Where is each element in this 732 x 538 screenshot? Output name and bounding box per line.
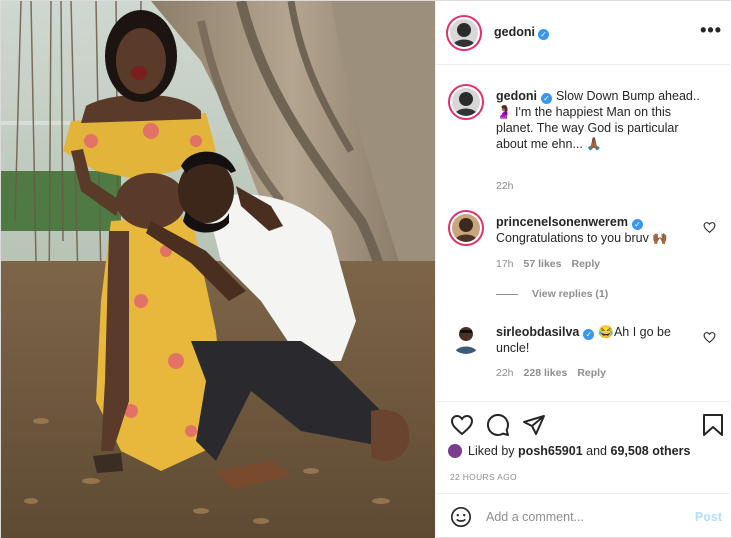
post-header: gedoni ✓ ••• (436, 1, 732, 65)
verified-badge-icon: ✓ (540, 93, 552, 104)
view-replies-line (496, 293, 518, 295)
bookmark-icon[interactable] (702, 413, 724, 437)
caption-meta: 22h (496, 180, 524, 192)
comment-time: 17h (496, 258, 514, 270)
photo-illustration (1, 1, 435, 538)
caption-avatar-image (452, 88, 480, 116)
heart-icon[interactable] (450, 413, 474, 437)
comment-username[interactable]: princenelsonenwerem (496, 215, 628, 229)
post-comment-button[interactable]: Post (695, 510, 722, 524)
verified-badge-icon: ✓ (632, 219, 643, 230)
comment-row: princenelsonenwerem ✓ Congratulations to y… (436, 208, 732, 298)
comment-username[interactable]: sirleobdasilva (496, 325, 579, 339)
comment-input[interactable] (486, 508, 676, 526)
caption-row: gedoni ✓ Slow Down Bump ahead.. 🤰🏾 I'm the… (436, 82, 732, 202)
likes-and: and (586, 444, 608, 458)
share-icon[interactable] (522, 413, 546, 437)
comment-likes[interactable]: 57 likes (524, 258, 562, 270)
comment-text-block: princenelsonenwerem ✓ Congratulations to y… (496, 214, 700, 246)
caption-text-block: gedoni ✓ Slow Down Bump ahead.. 🤰🏾 I'm the… (496, 88, 700, 152)
likes-prefix: Liked by (468, 444, 515, 458)
comment-icon[interactable] (486, 413, 510, 437)
comment-likes[interactable]: 228 likes (524, 367, 568, 379)
caption-username[interactable]: gedoni (496, 89, 537, 103)
author-username[interactable]: gedoni (494, 25, 535, 39)
comment-meta: 22h 228 likes Reply (496, 367, 616, 379)
commenter-avatar[interactable] (448, 210, 484, 246)
verified-badge-icon: ✓ (537, 29, 549, 40)
comments-list: gedoni ✓ Slow Down Bump ahead.. 🤰🏾 I'm the… (436, 66, 732, 401)
view-replies-button[interactable]: View replies (1) (496, 288, 608, 300)
post-timestamp[interactable]: 22 HOURS AGO (450, 472, 517, 482)
comment-text-block: sirleobdasilva ✓ 😂Ah I go be uncle! (496, 324, 700, 356)
comment-meta: 17h 57 likes Reply (496, 258, 610, 270)
likes-summary: Liked by posh65901 and 69,508 others (448, 444, 690, 458)
more-options-icon[interactable]: ••• (700, 21, 722, 39)
author-avatar[interactable] (446, 15, 482, 51)
comment-row: sirleobdasilva ✓ 😂Ah I go be uncle! 22h 228… (436, 318, 732, 388)
post-side-panel: gedoni ✓ ••• gedoni ✓ Slow Down Bump ahead.… (435, 1, 732, 538)
comment-reply-button[interactable]: Reply (571, 258, 600, 270)
commenter-avatar[interactable] (450, 322, 482, 354)
comment-reply-button[interactable]: Reply (577, 367, 606, 379)
comment-time: 22h (496, 367, 514, 379)
comment-like-heart-icon[interactable] (703, 331, 716, 344)
caption-time: 22h (496, 180, 514, 192)
author-name-wrap: gedoni ✓ (494, 25, 549, 40)
comment-text: Congratulations to you bruv 🙌🏾 (496, 231, 668, 245)
likes-user[interactable]: posh65901 (518, 444, 583, 458)
author-avatar-image (450, 19, 478, 47)
emoji-icon[interactable] (450, 506, 472, 528)
post-actions: Liked by posh65901 and 69,508 others 22 … (436, 401, 732, 493)
likes-others[interactable]: 69,508 others (611, 444, 691, 458)
comment-like-heart-icon[interactable] (703, 221, 716, 234)
add-comment-bar: Post (436, 493, 732, 538)
instagram-post: gedoni ✓ ••• gedoni ✓ Slow Down Bump ahead.… (0, 0, 732, 538)
view-replies-label: View replies (1) (532, 288, 609, 300)
post-photo[interactable] (1, 1, 435, 538)
liker-avatar[interactable] (448, 444, 462, 458)
caption-avatar[interactable] (448, 84, 484, 120)
verified-badge-icon: ✓ (583, 329, 595, 340)
commenter-avatar-image (452, 214, 480, 242)
